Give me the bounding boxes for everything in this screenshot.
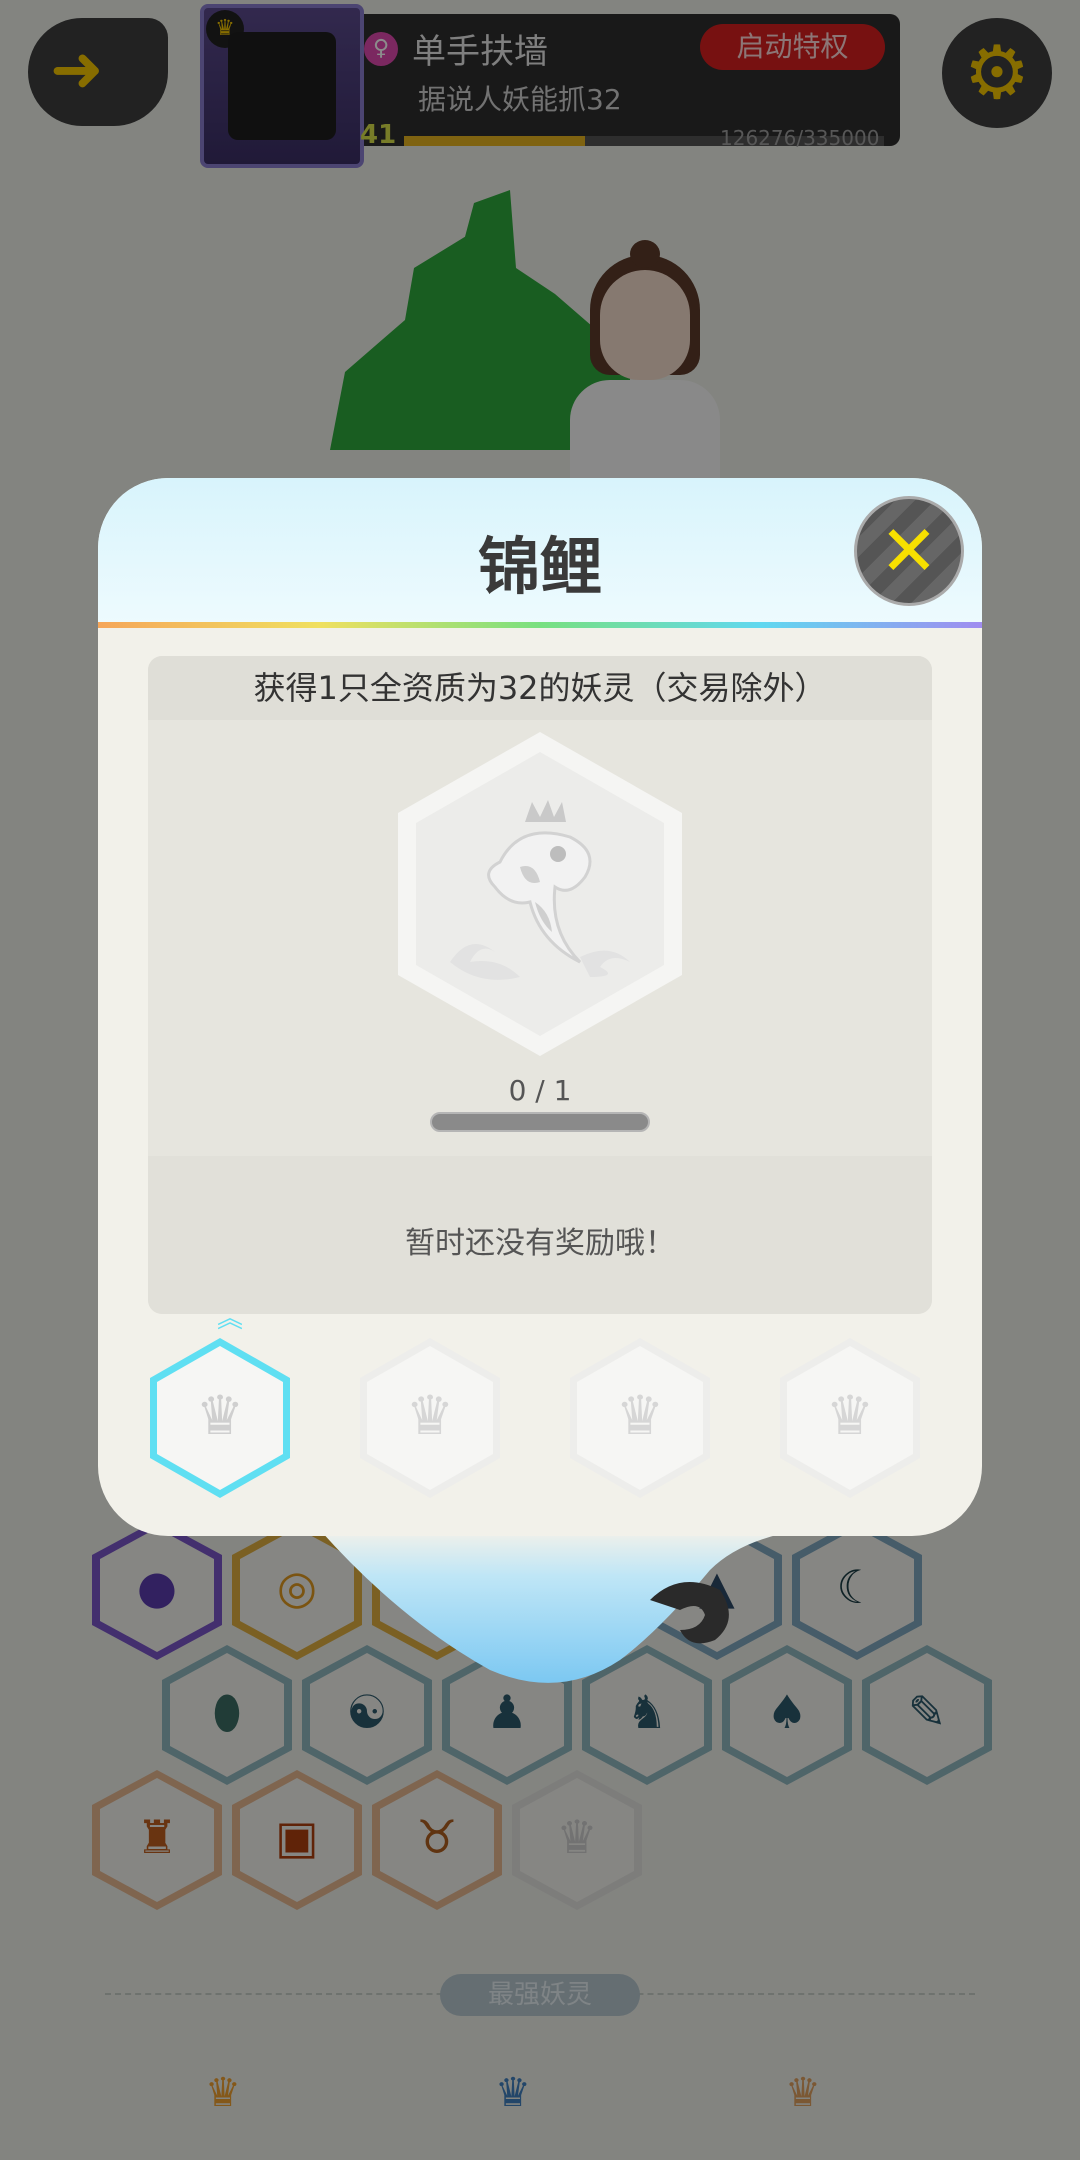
tier-badge-2[interactable]: ♛	[360, 1338, 500, 1498]
achievement-modal: 锦鲤 ✕ 获得1只全资质为32的妖灵（交易除外） 0 / 1 暂时还没有奖励哦！…	[98, 478, 982, 1536]
modal-title: 锦鲤	[477, 530, 602, 603]
koi-badge	[398, 732, 682, 1056]
koi-fish-badge-icon: ♛	[195, 1384, 245, 1447]
header-rainbow-divider	[98, 622, 982, 628]
koi-fish-badge-icon	[450, 800, 630, 980]
task-description: 获得1只全资质为32的妖灵（交易除外）	[148, 656, 932, 720]
progress-text: 0 / 1	[508, 1074, 572, 1107]
modal-tail-decoration	[320, 1530, 800, 1683]
koi-fish-badge-icon: ♛	[615, 1384, 665, 1447]
modal-header: 锦鲤 ✕	[98, 478, 982, 628]
koi-fish-badge-icon: ♛	[825, 1384, 875, 1447]
tier-badge-3[interactable]: ♛	[570, 1338, 710, 1498]
progress-bar	[430, 1112, 650, 1132]
current-tier-indicator-icon: ︽	[216, 1304, 243, 1334]
reward-area: 暂时还没有奖励哦！	[148, 1156, 932, 1314]
task-panel: 获得1只全资质为32的妖灵（交易除外） 0 / 1 暂时还没有奖励哦！	[148, 656, 932, 1314]
reward-empty-text: 暂时还没有奖励哦！	[405, 1226, 675, 1261]
close-icon: ✕	[879, 510, 939, 592]
tier-badge-4[interactable]: ♛	[780, 1338, 920, 1498]
tier-badge-1[interactable]: ♛	[150, 1338, 290, 1498]
close-button[interactable]: ✕	[854, 496, 964, 606]
koi-fish-badge-icon: ♛	[405, 1384, 455, 1447]
